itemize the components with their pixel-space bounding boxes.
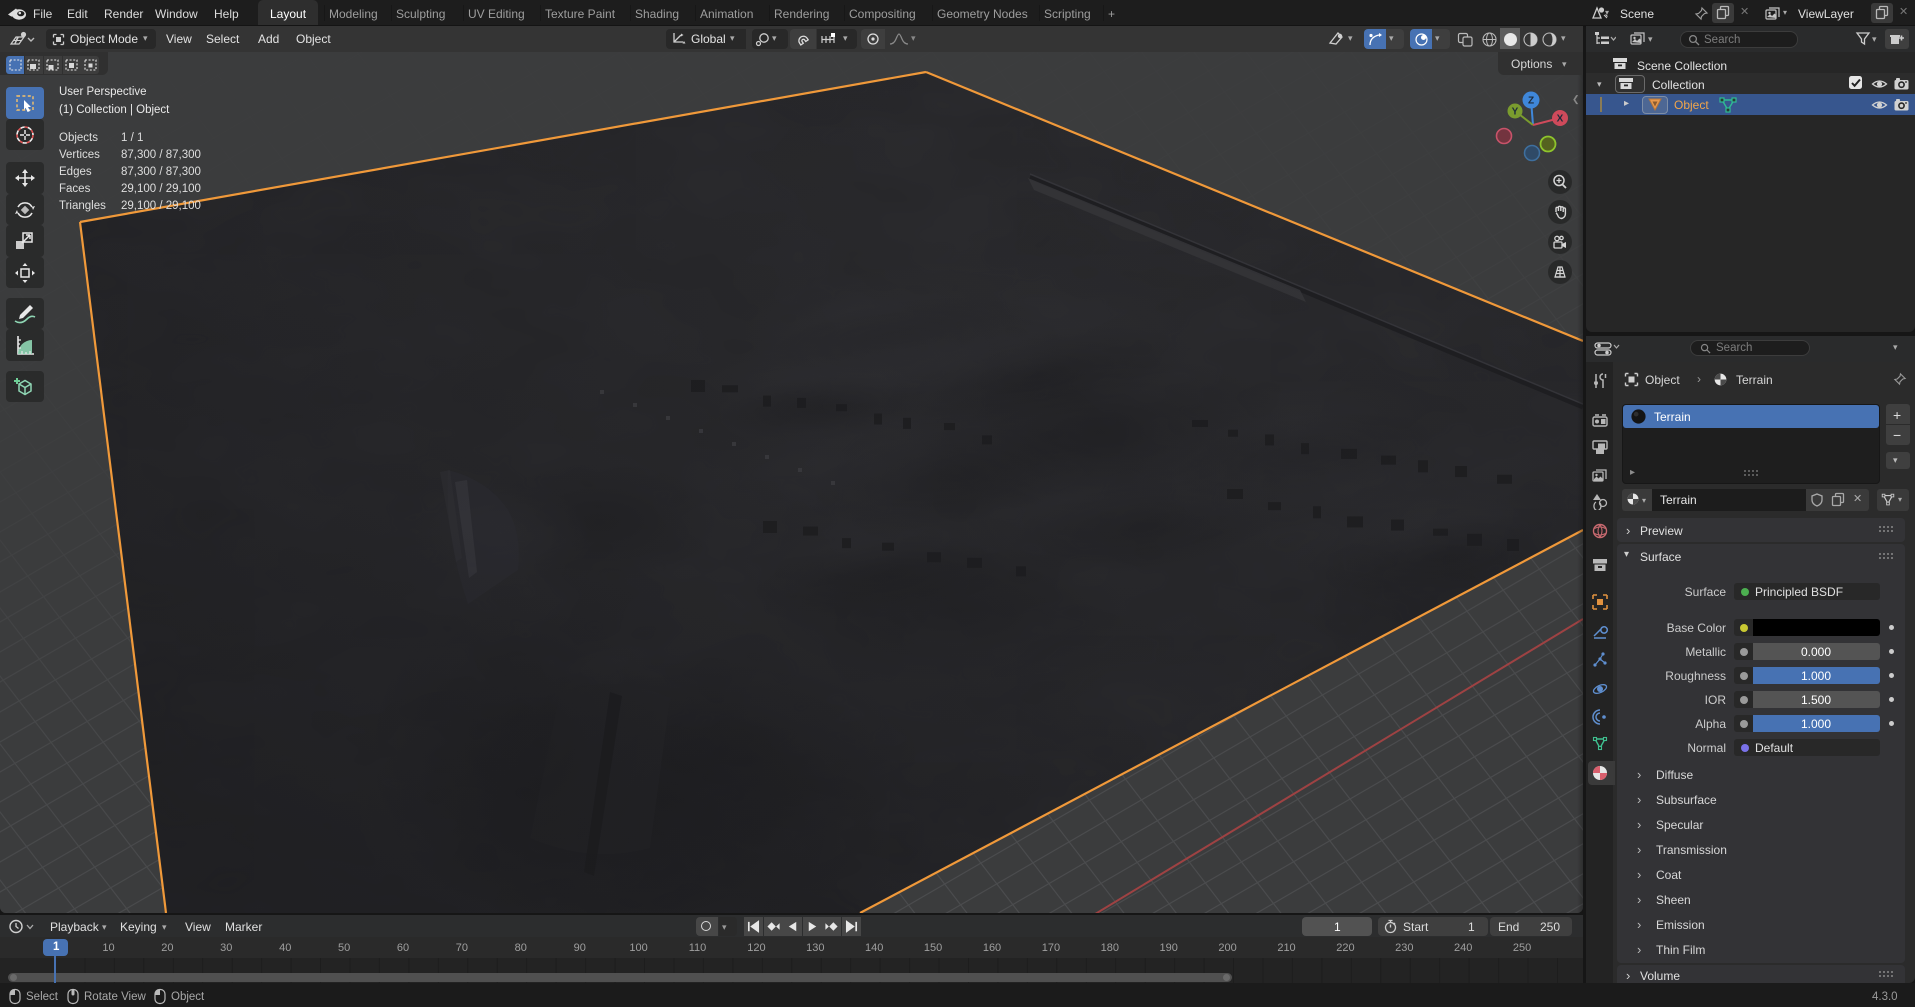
svg-text:Z: Z [1528,96,1534,107]
svg-text:Y: Y [1512,107,1519,118]
svg-text:X: X [1557,114,1564,125]
